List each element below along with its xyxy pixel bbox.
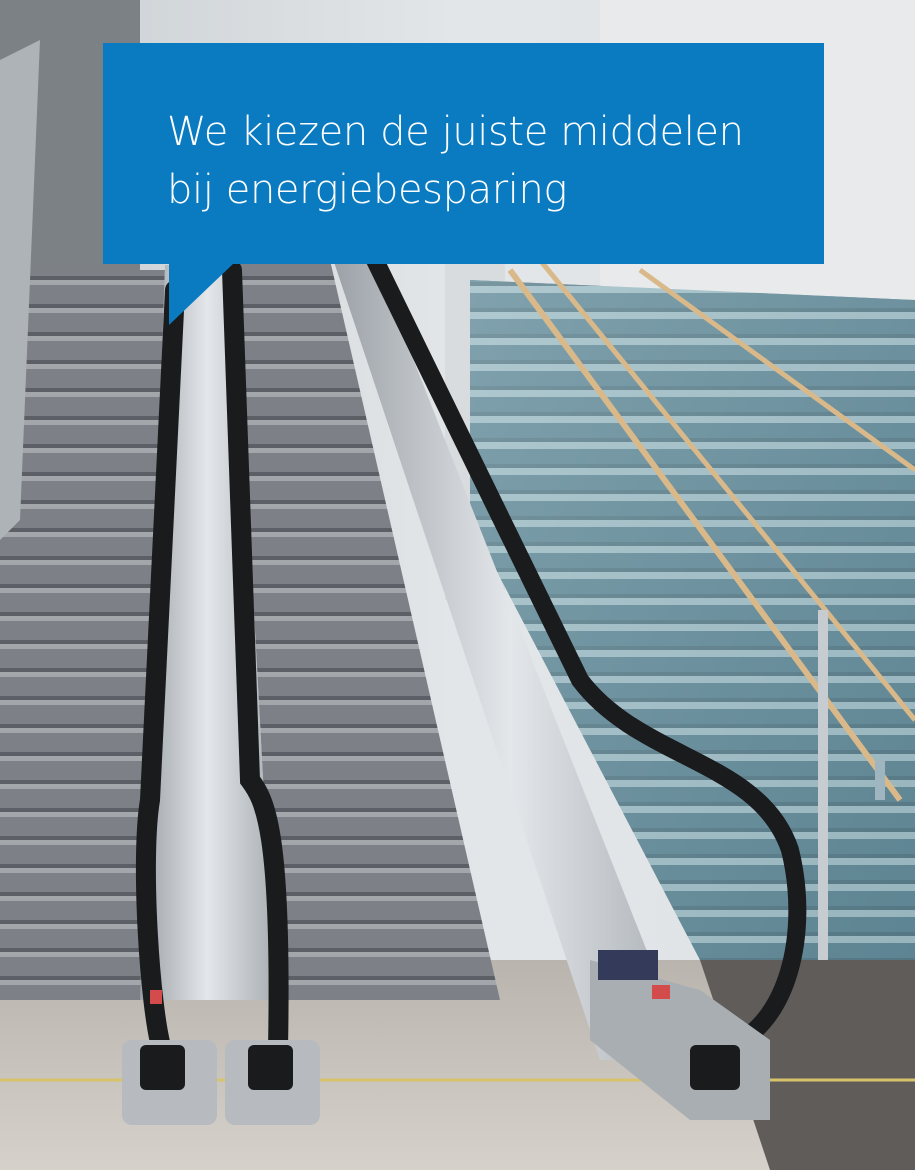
headline-line-2: bij energiebesparing bbox=[167, 167, 568, 213]
page: We kiezen de juiste middelen bij energie… bbox=[0, 0, 915, 1170]
headline-line-1: We kiezen de juiste middelen bbox=[167, 109, 744, 155]
headline: We kiezen de juiste middelen bij energie… bbox=[167, 103, 794, 219]
headline-callout: We kiezen de juiste middelen bij energie… bbox=[103, 43, 824, 325]
